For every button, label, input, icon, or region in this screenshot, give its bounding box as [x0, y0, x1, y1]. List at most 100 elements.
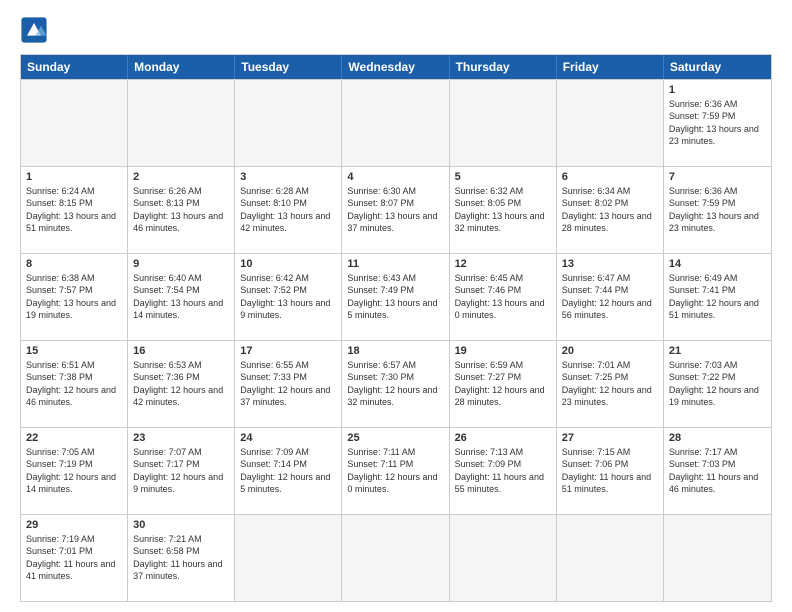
calendar-week-6: 29Sunrise: 7:19 AMSunset: 7:01 PMDayligh… — [21, 514, 771, 601]
day-cell-11: 11Sunrise: 6:43 AMSunset: 7:49 PMDayligh… — [342, 254, 449, 340]
day-cell-26: 26Sunrise: 7:13 AMSunset: 7:09 PMDayligh… — [450, 428, 557, 514]
day-info: Sunrise: 6:26 AMSunset: 8:13 PMDaylight:… — [133, 185, 229, 234]
logo-icon — [20, 16, 48, 44]
calendar-header: SundayMondayTuesdayWednesdayThursdayFrid… — [21, 55, 771, 79]
day-info: Sunrise: 6:34 AMSunset: 8:02 PMDaylight:… — [562, 185, 658, 234]
day-cell-3: 3Sunrise: 6:28 AMSunset: 8:10 PMDaylight… — [235, 167, 342, 253]
day-info: Sunrise: 6:36 AMSunset: 7:59 PMDaylight:… — [669, 98, 766, 147]
day-header-sunday: Sunday — [21, 55, 128, 79]
calendar-week-1: 1Sunrise: 6:36 AMSunset: 7:59 PMDaylight… — [21, 79, 771, 166]
day-cell-28: 28Sunrise: 7:17 AMSunset: 7:03 PMDayligh… — [664, 428, 771, 514]
day-number: 14 — [669, 257, 766, 271]
day-info: Sunrise: 6:40 AMSunset: 7:54 PMDaylight:… — [133, 272, 229, 321]
day-cell-19: 19Sunrise: 6:59 AMSunset: 7:27 PMDayligh… — [450, 341, 557, 427]
day-info: Sunrise: 7:15 AMSunset: 7:06 PMDaylight:… — [562, 446, 658, 495]
calendar-week-5: 22Sunrise: 7:05 AMSunset: 7:19 PMDayligh… — [21, 427, 771, 514]
day-number: 25 — [347, 431, 443, 445]
empty-cell — [235, 80, 342, 166]
day-cell-1: 1Sunrise: 6:36 AMSunset: 7:59 PMDaylight… — [664, 80, 771, 166]
day-number: 15 — [26, 344, 122, 358]
calendar-week-4: 15Sunrise: 6:51 AMSunset: 7:38 PMDayligh… — [21, 340, 771, 427]
day-info: Sunrise: 6:36 AMSunset: 7:59 PMDaylight:… — [669, 185, 766, 234]
day-info: Sunrise: 7:19 AMSunset: 7:01 PMDaylight:… — [26, 533, 122, 582]
day-info: Sunrise: 7:21 AMSunset: 6:58 PMDaylight:… — [133, 533, 229, 582]
day-number: 5 — [455, 170, 551, 184]
day-number: 29 — [26, 518, 122, 532]
day-number: 4 — [347, 170, 443, 184]
day-cell-30: 30Sunrise: 7:21 AMSunset: 6:58 PMDayligh… — [128, 515, 235, 601]
day-header-thursday: Thursday — [450, 55, 557, 79]
day-info: Sunrise: 7:11 AMSunset: 7:11 PMDaylight:… — [347, 446, 443, 495]
empty-cell — [450, 515, 557, 601]
day-number: 9 — [133, 257, 229, 271]
day-number: 11 — [347, 257, 443, 271]
day-number: 16 — [133, 344, 229, 358]
day-number: 10 — [240, 257, 336, 271]
day-number: 22 — [26, 431, 122, 445]
empty-cell — [342, 80, 449, 166]
day-cell-27: 27Sunrise: 7:15 AMSunset: 7:06 PMDayligh… — [557, 428, 664, 514]
day-info: Sunrise: 6:59 AMSunset: 7:27 PMDaylight:… — [455, 359, 551, 408]
day-number: 1 — [669, 83, 766, 97]
day-number: 17 — [240, 344, 336, 358]
page: SundayMondayTuesdayWednesdayThursdayFrid… — [0, 0, 792, 612]
day-info: Sunrise: 7:09 AMSunset: 7:14 PMDaylight:… — [240, 446, 336, 495]
day-info: Sunrise: 7:07 AMSunset: 7:17 PMDaylight:… — [133, 446, 229, 495]
day-cell-7: 7Sunrise: 6:36 AMSunset: 7:59 PMDaylight… — [664, 167, 771, 253]
day-info: Sunrise: 6:47 AMSunset: 7:44 PMDaylight:… — [562, 272, 658, 321]
day-info: Sunrise: 6:24 AMSunset: 8:15 PMDaylight:… — [26, 185, 122, 234]
day-info: Sunrise: 7:17 AMSunset: 7:03 PMDaylight:… — [669, 446, 766, 495]
empty-cell — [664, 515, 771, 601]
day-info: Sunrise: 6:55 AMSunset: 7:33 PMDaylight:… — [240, 359, 336, 408]
calendar-week-3: 8Sunrise: 6:38 AMSunset: 7:57 PMDaylight… — [21, 253, 771, 340]
day-number: 23 — [133, 431, 229, 445]
empty-cell — [235, 515, 342, 601]
day-info: Sunrise: 7:05 AMSunset: 7:19 PMDaylight:… — [26, 446, 122, 495]
day-cell-24: 24Sunrise: 7:09 AMSunset: 7:14 PMDayligh… — [235, 428, 342, 514]
day-number: 7 — [669, 170, 766, 184]
day-cell-22: 22Sunrise: 7:05 AMSunset: 7:19 PMDayligh… — [21, 428, 128, 514]
day-cell-16: 16Sunrise: 6:53 AMSunset: 7:36 PMDayligh… — [128, 341, 235, 427]
day-number: 8 — [26, 257, 122, 271]
day-cell-8: 8Sunrise: 6:38 AMSunset: 7:57 PMDaylight… — [21, 254, 128, 340]
calendar-body: 1Sunrise: 6:36 AMSunset: 7:59 PMDaylight… — [21, 79, 771, 601]
empty-cell — [21, 80, 128, 166]
day-cell-29: 29Sunrise: 7:19 AMSunset: 7:01 PMDayligh… — [21, 515, 128, 601]
day-header-saturday: Saturday — [664, 55, 771, 79]
day-number: 20 — [562, 344, 658, 358]
day-number: 2 — [133, 170, 229, 184]
day-cell-15: 15Sunrise: 6:51 AMSunset: 7:38 PMDayligh… — [21, 341, 128, 427]
day-info: Sunrise: 7:13 AMSunset: 7:09 PMDaylight:… — [455, 446, 551, 495]
day-cell-17: 17Sunrise: 6:55 AMSunset: 7:33 PMDayligh… — [235, 341, 342, 427]
day-cell-14: 14Sunrise: 6:49 AMSunset: 7:41 PMDayligh… — [664, 254, 771, 340]
day-info: Sunrise: 6:51 AMSunset: 7:38 PMDaylight:… — [26, 359, 122, 408]
day-info: Sunrise: 6:45 AMSunset: 7:46 PMDaylight:… — [455, 272, 551, 321]
day-cell-5: 5Sunrise: 6:32 AMSunset: 8:05 PMDaylight… — [450, 167, 557, 253]
day-header-friday: Friday — [557, 55, 664, 79]
logo — [20, 16, 52, 44]
day-info: Sunrise: 6:49 AMSunset: 7:41 PMDaylight:… — [669, 272, 766, 321]
day-header-tuesday: Tuesday — [235, 55, 342, 79]
day-info: Sunrise: 6:53 AMSunset: 7:36 PMDaylight:… — [133, 359, 229, 408]
day-cell-12: 12Sunrise: 6:45 AMSunset: 7:46 PMDayligh… — [450, 254, 557, 340]
day-number: 24 — [240, 431, 336, 445]
day-number: 21 — [669, 344, 766, 358]
day-info: Sunrise: 7:01 AMSunset: 7:25 PMDaylight:… — [562, 359, 658, 408]
empty-cell — [557, 515, 664, 601]
day-cell-25: 25Sunrise: 7:11 AMSunset: 7:11 PMDayligh… — [342, 428, 449, 514]
day-number: 13 — [562, 257, 658, 271]
day-cell-1: 1Sunrise: 6:24 AMSunset: 8:15 PMDaylight… — [21, 167, 128, 253]
day-cell-6: 6Sunrise: 6:34 AMSunset: 8:02 PMDaylight… — [557, 167, 664, 253]
day-info: Sunrise: 6:32 AMSunset: 8:05 PMDaylight:… — [455, 185, 551, 234]
day-number: 19 — [455, 344, 551, 358]
day-cell-21: 21Sunrise: 7:03 AMSunset: 7:22 PMDayligh… — [664, 341, 771, 427]
calendar-week-2: 1Sunrise: 6:24 AMSunset: 8:15 PMDaylight… — [21, 166, 771, 253]
empty-cell — [450, 80, 557, 166]
day-info: Sunrise: 6:43 AMSunset: 7:49 PMDaylight:… — [347, 272, 443, 321]
day-info: Sunrise: 6:42 AMSunset: 7:52 PMDaylight:… — [240, 272, 336, 321]
day-info: Sunrise: 7:03 AMSunset: 7:22 PMDaylight:… — [669, 359, 766, 408]
day-number: 26 — [455, 431, 551, 445]
day-cell-13: 13Sunrise: 6:47 AMSunset: 7:44 PMDayligh… — [557, 254, 664, 340]
header — [20, 16, 772, 44]
day-cell-10: 10Sunrise: 6:42 AMSunset: 7:52 PMDayligh… — [235, 254, 342, 340]
